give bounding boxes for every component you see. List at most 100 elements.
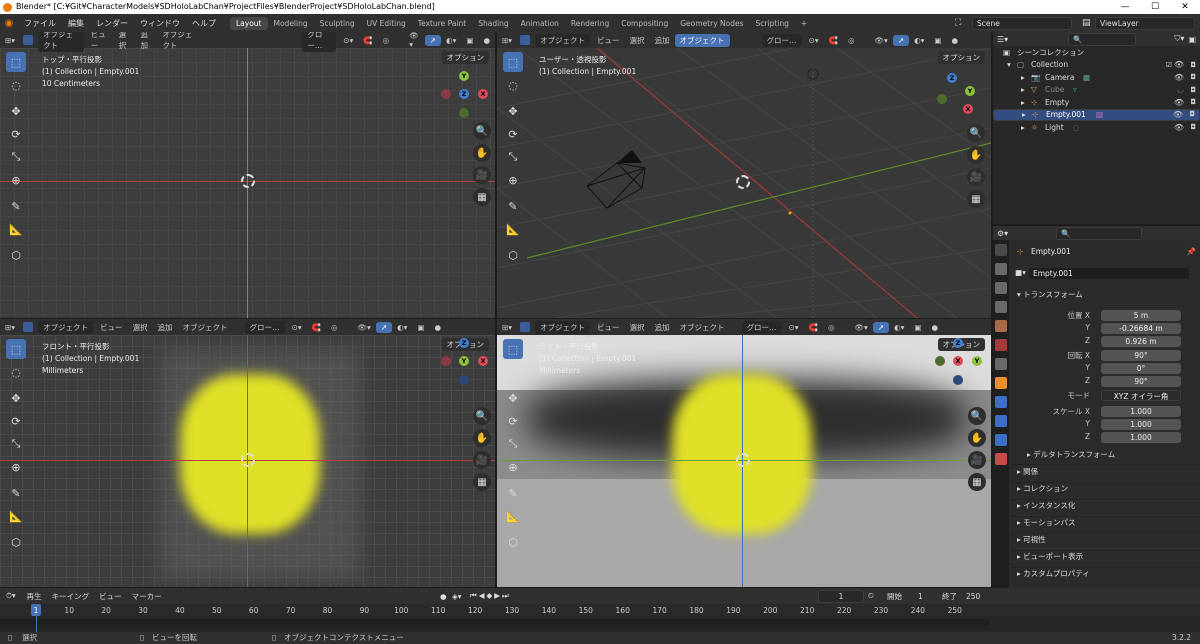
playback-controls-icon[interactable]: ⏮◀◆▶⏭ xyxy=(470,591,511,601)
minimize-icon[interactable]: — xyxy=(1110,0,1140,14)
menu-file[interactable]: ファイル xyxy=(18,18,62,29)
options-button[interactable]: オプション xyxy=(441,51,489,64)
snap-icon[interactable]: 🧲 xyxy=(358,36,377,45)
mode-selector[interactable]: オブジェクト xyxy=(38,320,94,334)
move-tool-icon[interactable]: ✥ xyxy=(503,101,523,121)
menu-add[interactable]: 追加 xyxy=(153,322,178,333)
editor-type-icon[interactable]: ⊞▾ xyxy=(0,323,20,332)
annotate-tool-icon[interactable]: ✎ xyxy=(503,196,523,216)
eye-icon[interactable]: 👁 xyxy=(1174,73,1184,82)
chevron-right-icon[interactable]: ▸ xyxy=(1021,85,1025,94)
scale-tool-icon[interactable]: ⤡ xyxy=(503,434,523,454)
mode-selector[interactable]: オブジェクト xyxy=(535,320,591,334)
frame-ruler[interactable]: 1 10 20 30 40 50 60 70 80 90 100 110 120 130 140 150 160… xyxy=(0,604,1200,616)
ortho-grid-icon[interactable]: ▦ xyxy=(968,473,986,491)
snap-icon[interactable]: 🧲 xyxy=(307,323,326,332)
proportional-icon[interactable]: ◎ xyxy=(823,323,840,332)
cursor-tool-icon[interactable]: ◌ xyxy=(6,75,26,95)
ortho-grid-icon[interactable]: ▦ xyxy=(967,190,985,208)
tab-scripting[interactable]: Scripting xyxy=(750,17,795,30)
scene-tab-icon[interactable] xyxy=(995,320,1007,332)
current-frame-field[interactable]: 1 xyxy=(818,589,864,603)
properties-search[interactable]: 🔍 xyxy=(1056,226,1143,240)
visibility-icon[interactable]: 👁▾ xyxy=(353,323,376,332)
overlay-icon[interactable]: ◐▾ xyxy=(909,36,929,45)
shading-solid-icon[interactable]: ● xyxy=(478,36,495,45)
navigation-gizmo[interactable]: Z Y X xyxy=(440,337,488,385)
eye-icon[interactable]: 👁 xyxy=(1174,98,1184,107)
rotation-z-field[interactable]: 90° xyxy=(1101,376,1181,387)
tab-compositing[interactable]: Compositing xyxy=(615,17,674,30)
world-tab-icon[interactable] xyxy=(995,339,1007,351)
transform-orientation[interactable]: グロー… xyxy=(244,320,285,334)
keyframe-icon[interactable]: ◈▾ xyxy=(452,592,462,601)
zoom-icon[interactable]: 🔍 xyxy=(968,407,986,425)
scene-collection-row[interactable]: ▣ シーンコレクション xyxy=(993,46,1200,59)
viewport-right[interactable]: ⊞▾ オブジェクト ビュー 選択 追加 オブジェクト グロー… ⊙▾ 🧲 ◎ 👁… xyxy=(497,319,991,587)
menu-help[interactable]: ヘルプ xyxy=(186,18,222,29)
menu-window[interactable]: ウィンドウ xyxy=(134,18,186,29)
measure-tool-icon[interactable]: 📐 xyxy=(503,219,523,239)
select-tool-icon[interactable]: ⬚ xyxy=(503,52,523,72)
end-frame-field[interactable]: 250 xyxy=(966,592,980,601)
object-browse-icon[interactable]: ■▾ xyxy=(1015,268,1026,277)
filter-icon[interactable]: ⛉▾ xyxy=(1174,34,1184,44)
zoom-icon[interactable]: 🔍 xyxy=(473,407,491,425)
outliner-item-empty-001[interactable]: ▸ ⊹ Empty.001 ▨ 👁 ◘ xyxy=(993,108,1200,121)
menu-add[interactable]: 追加 xyxy=(650,35,675,46)
gizmo-toggle-icon[interactable]: ↗ xyxy=(892,34,910,46)
menu-edit[interactable]: 編集 xyxy=(62,18,90,29)
custom-properties-panel-header[interactable]: ▸ カスタムプロパティ xyxy=(1017,567,1090,581)
annotate-tool-icon[interactable]: ✎ xyxy=(6,483,26,503)
tab-shading[interactable]: Shading xyxy=(472,17,514,30)
gizmo-toggle-icon[interactable]: ↗ xyxy=(424,34,442,46)
tab-texture-paint[interactable]: Texture Paint xyxy=(412,17,472,30)
marker-menu[interactable]: マーカー xyxy=(127,591,167,602)
location-y-field[interactable]: -0.26684 m xyxy=(1101,323,1181,334)
camera-render-icon[interactable]: ◘ xyxy=(1190,98,1196,106)
tab-sculpting[interactable]: Sculpting xyxy=(314,17,361,30)
add-workspace-icon[interactable]: + xyxy=(795,17,813,30)
viewport-user[interactable]: ⊞▾ オブジェクト ビュー 選択 追加 オブジェクト グロー… ⊙▾ 🧲 ◎ 👁… xyxy=(497,32,991,318)
chevron-right-icon[interactable]: ▸ xyxy=(1022,109,1026,120)
pin-icon[interactable]: 📌 xyxy=(1187,247,1196,256)
output-tab-icon[interactable] xyxy=(995,282,1007,294)
pan-hand-icon[interactable]: ✋ xyxy=(473,429,491,447)
select-tool-icon[interactable]: ⬚ xyxy=(503,339,523,359)
navigation-gizmo[interactable]: Y Z X xyxy=(440,70,488,118)
eye-icon[interactable]: 👁 xyxy=(1174,60,1184,69)
rotate-tool-icon[interactable]: ⟳ xyxy=(503,124,523,144)
measure-tool-icon[interactable]: 📐 xyxy=(6,506,26,526)
collection-row[interactable]: ▾ ▢ Collection ☑ 👁 ◘ xyxy=(993,59,1200,72)
location-z-field[interactable]: 0.926 m xyxy=(1101,336,1181,347)
select-box-icon[interactable] xyxy=(520,322,531,332)
keying-menu[interactable]: キーイング xyxy=(47,591,95,602)
chevron-down-icon[interactable]: ▾ xyxy=(1007,60,1011,69)
playback-menu[interactable]: 再生 xyxy=(22,591,47,602)
menu-view[interactable]: ビュー xyxy=(592,35,625,46)
overlay-icon[interactable]: ◐▾ xyxy=(441,36,461,45)
measure-tool-icon[interactable]: 📐 xyxy=(503,506,523,526)
transform-tool-icon[interactable]: ⊕ xyxy=(503,170,523,190)
visibility-icon[interactable]: 👁▾ xyxy=(404,32,425,49)
editor-type-icon[interactable]: ⊞▾ xyxy=(0,36,20,45)
zoom-icon[interactable]: 🔍 xyxy=(473,122,491,140)
menu-object[interactable]: オブジェクト xyxy=(674,33,730,47)
scale-x-field[interactable]: 1.000 xyxy=(1101,406,1181,417)
select-box-icon[interactable] xyxy=(520,35,531,45)
pan-hand-icon[interactable]: ✋ xyxy=(473,144,491,162)
3d-cursor-icon[interactable] xyxy=(736,453,750,467)
physics-tab-icon[interactable] xyxy=(995,396,1007,408)
shading-solid-icon[interactable]: ● xyxy=(947,36,964,45)
tab-rendering[interactable]: Rendering xyxy=(565,17,615,30)
zoom-icon[interactable]: 🔍 xyxy=(967,124,985,142)
eye-icon[interactable]: 👁 xyxy=(1173,109,1183,120)
add-cube-tool-icon[interactable]: ⬡ xyxy=(6,245,26,265)
shading-solid-icon[interactable]: ● xyxy=(430,323,447,332)
move-tool-icon[interactable]: ✥ xyxy=(503,388,523,408)
camera-render-icon[interactable]: ◘ xyxy=(1189,109,1195,120)
tab-animation[interactable]: Animation xyxy=(515,17,565,30)
select-tool-icon[interactable]: ⬚ xyxy=(6,52,26,72)
xray-icon[interactable]: ▣ xyxy=(412,323,429,332)
navigation-gizmo[interactable]: Z X Y xyxy=(934,337,982,385)
